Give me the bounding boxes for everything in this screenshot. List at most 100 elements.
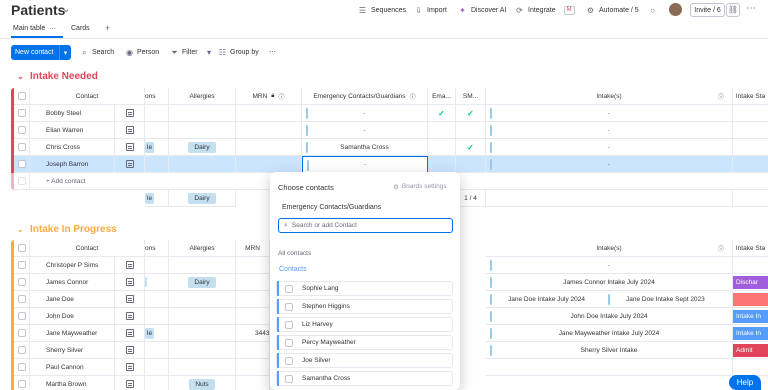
chevron-down-icon[interactable]: ▾ (60, 49, 71, 57)
row-checkbox[interactable] (18, 312, 26, 320)
chevron-down-icon[interactable]: ⌄ (62, 4, 70, 15)
ons-cell[interactable]: le (145, 325, 169, 342)
contact-name[interactable]: James Connor (30, 274, 115, 291)
mrn-cell[interactable] (236, 156, 302, 173)
integrate-button[interactable]: ⟳ Integrate M (515, 6, 575, 15)
option-checkbox[interactable] (285, 320, 293, 329)
doc-cell[interactable] (115, 156, 145, 173)
ons-cell[interactable]: le (145, 139, 169, 156)
doc-cell[interactable] (115, 257, 145, 274)
email-cell[interactable]: ✓ (428, 105, 456, 122)
row-checkbox[interactable] (18, 160, 26, 168)
intake-link[interactable]: Sherry Silver Intake (581, 347, 638, 354)
contact-option[interactable]: Liz Harvey (276, 317, 453, 332)
row-select-cell[interactable] (14, 105, 30, 122)
contact-name[interactable]: Chris Cross (30, 139, 115, 156)
row-checkbox[interactable] (18, 109, 26, 117)
doc-cell[interactable] (115, 105, 145, 122)
intakes-cell[interactable]: Jane Doe Intake July 2024 Jane Doe Intake… (486, 291, 733, 308)
avatar[interactable] (669, 3, 682, 16)
table-row-selected[interactable]: Joseph Barron - - (0, 156, 768, 173)
column-ons[interactable]: ons (145, 88, 169, 105)
intakes-cell[interactable] (486, 359, 733, 376)
document-icon[interactable] (125, 261, 134, 269)
ons-cell[interactable] (145, 291, 169, 308)
emergency-cell[interactable]: - (302, 122, 428, 139)
intake-link[interactable]: John Doe Intake July 2024 (571, 313, 648, 320)
row-select-cell[interactable] (14, 325, 30, 342)
option-checkbox[interactable] (285, 284, 293, 293)
updates-button[interactable]: ○ (648, 6, 657, 15)
row-select-cell[interactable] (14, 122, 30, 139)
status-cell[interactable] (733, 122, 768, 139)
allergies-cell[interactable] (169, 257, 236, 274)
table-row[interactable]: Bobby Steel - ✓ ✓ - (0, 105, 768, 122)
contacts-section-label[interactable]: Contacts (279, 266, 307, 273)
ons-cell[interactable] (145, 105, 169, 122)
column-emergency-contacts[interactable]: Emergency Contacts/Guardians ⓘ (302, 88, 428, 105)
select-all-checkbox[interactable] (18, 244, 26, 252)
doc-cell[interactable] (115, 291, 145, 308)
mrn-cell[interactable] (236, 122, 302, 139)
contact-name[interactable]: Jane Doe (30, 291, 115, 308)
contact-name[interactable]: Christoper P Sims (30, 257, 115, 274)
tab-main-table[interactable]: Main table (13, 25, 45, 32)
mrn-cell[interactable] (236, 274, 270, 291)
add-tab-icon[interactable]: + (105, 23, 110, 33)
allergies-cell[interactable] (169, 342, 236, 359)
status-label[interactable]: Intake In (733, 327, 768, 340)
contact-name[interactable]: Martha Brown (30, 376, 115, 390)
contact-search-input[interactable]: ⌕ Search or add Contact (278, 218, 453, 233)
allergies-cell[interactable] (169, 359, 236, 376)
option-checkbox[interactable] (285, 356, 293, 365)
intakes-cell[interactable]: James Connor Intake July 2024 (486, 274, 733, 291)
intake-link[interactable]: Jane Doe Intake July 2024 (508, 296, 585, 303)
column-ons[interactable]: ons (145, 240, 169, 257)
intakes-cell[interactable]: - (486, 156, 733, 173)
invite-button[interactable]: Invite / 6 (690, 3, 725, 17)
select-all-cell[interactable] (14, 88, 30, 105)
filter-button[interactable]: ⏷ Filter ▾ (170, 48, 214, 57)
column-mrn[interactable]: MRN 🔒︎ ⓘ (236, 88, 302, 105)
intakes-cell[interactable]: - (486, 257, 733, 274)
allergies-cell[interactable] (169, 156, 236, 173)
group-by-button[interactable]: ☷ Group by (218, 48, 259, 57)
group-chevron-icon[interactable]: ⌄ (17, 224, 24, 235)
new-contact-button[interactable]: New contact ▾ (11, 45, 71, 60)
contact-name[interactable]: Elian Warren (30, 122, 115, 139)
contact-name[interactable]: Jane Mayweather (30, 325, 115, 342)
row-select-cell[interactable] (14, 156, 30, 173)
column-contact[interactable]: Contact (30, 88, 145, 105)
doc-cell[interactable] (115, 376, 145, 390)
emergency-cell[interactable]: Samantha Cross (302, 139, 428, 156)
document-icon[interactable] (125, 143, 134, 151)
mrn-cell[interactable] (236, 291, 270, 308)
mrn-cell[interactable] (236, 105, 302, 122)
row-select-cell[interactable] (14, 342, 30, 359)
select-all-checkbox[interactable] (18, 92, 26, 100)
search-button[interactable]: ⌕ Search (80, 48, 114, 57)
doc-cell[interactable] (115, 122, 145, 139)
allergies-cell[interactable]: Dairy (169, 274, 236, 291)
document-icon[interactable] (125, 295, 134, 303)
contact-name[interactable]: John Doe (30, 308, 115, 325)
intakes-cell[interactable]: - (486, 105, 733, 122)
contact-option[interactable]: Stephen Higgins (276, 299, 453, 314)
discover-ai-button[interactable]: ✦ Discover AI (458, 6, 506, 15)
status-cell[interactable] (733, 156, 768, 173)
column-intake-status[interactable]: Intake Sta (733, 240, 768, 257)
mrn-cell[interactable]: 3443 (236, 325, 270, 342)
row-checkbox[interactable] (18, 126, 26, 134)
allergies-cell[interactable] (169, 325, 236, 342)
intakes-cell[interactable]: Sherry Silver Intake (486, 342, 733, 359)
intake-link[interactable]: Jane Mayweather Intake July 2024 (559, 330, 659, 337)
status-label[interactable]: Admit (733, 344, 768, 357)
column-sms[interactable]: SM... (456, 88, 486, 105)
row-select-cell[interactable] (14, 376, 30, 390)
row-select-cell[interactable] (14, 359, 30, 376)
ons-cell[interactable] (145, 342, 169, 359)
person-filter-button[interactable]: ◉ Person (125, 48, 159, 57)
link-icon[interactable]: ⛓ (726, 3, 740, 17)
ons-cell[interactable] (145, 376, 169, 390)
status-cell[interactable] (733, 359, 768, 376)
